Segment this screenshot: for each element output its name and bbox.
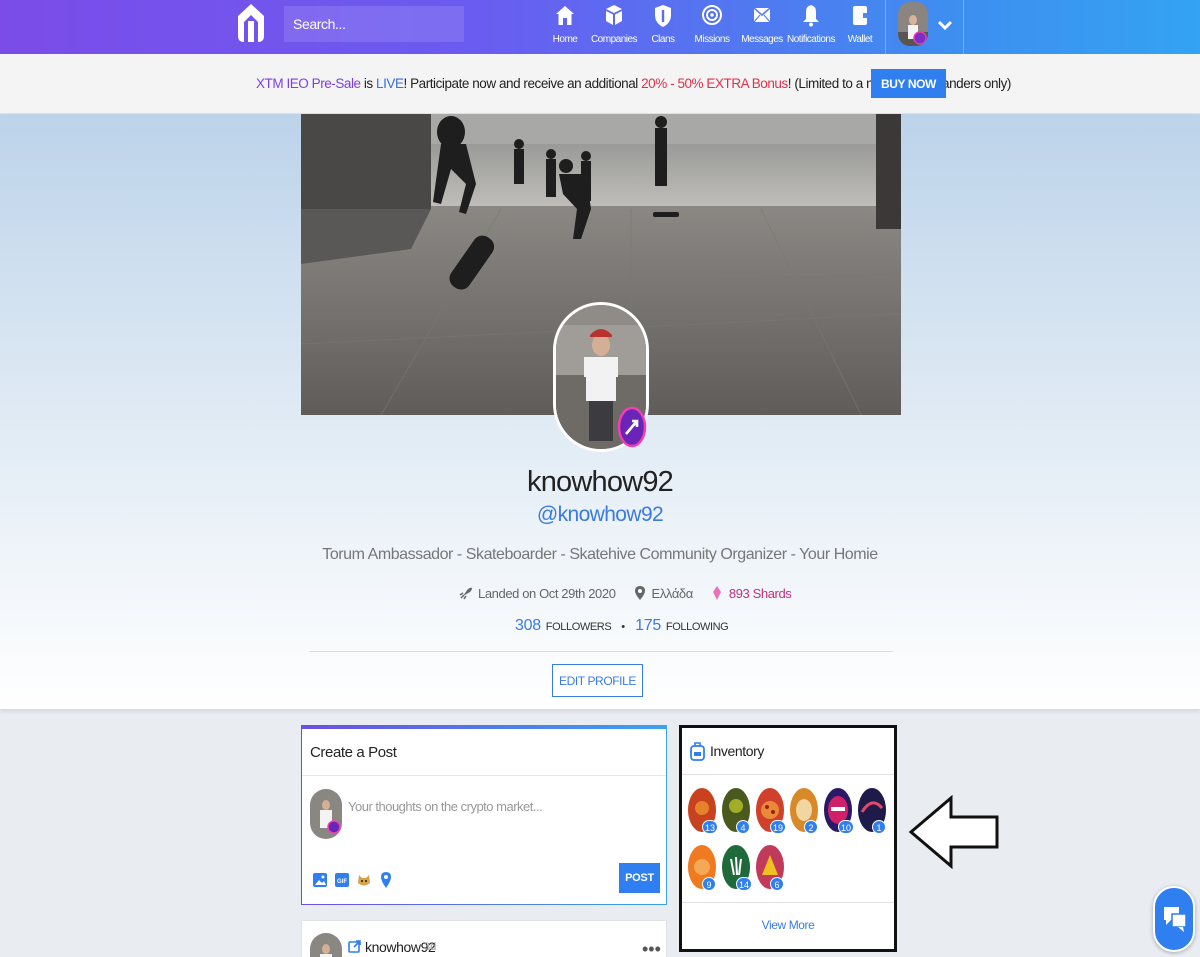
torum-logo[interactable]: [236, 2, 266, 46]
inventory-item-count: 1: [872, 820, 886, 834]
nav-clans-label: Clans: [651, 34, 675, 45]
inventory-item[interactable]: 10: [824, 788, 855, 834]
nav-notifications[interactable]: Notifications: [787, 0, 835, 54]
profile-bio: Torum Ambassador - Skateboarder - Skateh…: [322, 546, 878, 563]
inventory-item-count: 13: [702, 820, 719, 834]
inventory-item[interactable]: 6: [756, 845, 784, 891]
landed-date: Landed on Oct 29th 2020: [478, 585, 616, 601]
inventory-item[interactable]: 2: [790, 788, 818, 834]
profile-handle[interactable]: @knowhow92: [0, 503, 1200, 527]
divider: [682, 774, 894, 775]
nav-missions[interactable]: Missions: [694, 0, 730, 54]
following-count[interactable]: 175: [635, 617, 661, 635]
inventory-item-count: 2: [804, 820, 818, 834]
inventory-item-count: 9: [702, 877, 716, 891]
chat-bubbles-icon: [1164, 907, 1187, 932]
nav-messages[interactable]: Messages: [741, 0, 783, 54]
promo-bonus: 20% - 50% EXTRA Bonus: [641, 76, 788, 91]
promo-text-part: ! Participate now and receive an additio…: [403, 76, 642, 91]
inventory-item[interactable]: 19: [756, 788, 787, 834]
inventory-item[interactable]: 1: [858, 788, 886, 834]
cube-icon: [606, 5, 622, 25]
promo-text-part: is: [360, 76, 377, 91]
nav-clans[interactable]: Clans: [649, 0, 677, 54]
backpack-icon: [690, 742, 705, 761]
inventory-card: Inventory 13 4 19 2 10 1 9 14 6 View Mor…: [679, 725, 897, 952]
promo-banner: XTM IEO Pre-Sale is LIVE! Participate no…: [0, 54, 1200, 114]
svg-text:GIF: GIF: [337, 879, 347, 885]
share-icon: [348, 940, 361, 953]
nav-companies-label: Companies: [590, 34, 638, 45]
buy-now-button[interactable]: BUY NOW: [871, 69, 946, 98]
inventory-item-count: 14: [736, 877, 753, 891]
profile-location: Ελλάδα: [651, 585, 694, 601]
chat-button[interactable]: [1153, 886, 1195, 952]
nav-missions-label: Missions: [694, 34, 730, 45]
inventory-title: Inventory: [710, 743, 764, 759]
shards-count[interactable]: 893 Shards: [729, 586, 792, 601]
nav-companies[interactable]: Companies: [590, 0, 638, 54]
shard-icon: [712, 586, 721, 600]
follow-stats: 308 FOLLOWERS • 175 FOLLOWING: [515, 617, 729, 635]
more-options-icon[interactable]: •••: [642, 939, 661, 957]
post-time: 3d: [424, 941, 437, 953]
separator-dot: •: [621, 621, 626, 633]
doge-icon[interactable]: [356, 871, 372, 889]
chevron-down-icon[interactable]: [934, 14, 956, 36]
create-post-title: Create a Post: [310, 744, 397, 761]
inventory-item-count: 4: [736, 820, 750, 834]
gif-icon[interactable]: GIF: [334, 871, 350, 889]
post-author-avatar[interactable]: [310, 933, 342, 957]
envelope-icon: [753, 7, 771, 23]
create-post-card: Create a Post GIF POST: [301, 725, 667, 905]
profile-meta: Landed on Oct 29th 2020 Ελλάδα 893 Shard…: [458, 583, 792, 603]
location-pin-icon[interactable]: [378, 871, 394, 889]
inventory-item-count: 6: [770, 877, 784, 891]
profile-username: knowhow92: [527, 466, 674, 498]
promo-presale[interactable]: XTM IEO Pre-Sale: [256, 76, 361, 91]
inventory-item-count: 10: [838, 820, 855, 834]
post-button[interactable]: POST: [619, 863, 660, 893]
user-avatar[interactable]: [898, 2, 928, 46]
nav-home[interactable]: Home: [549, 0, 581, 54]
following-label[interactable]: FOLLOWING: [666, 621, 729, 633]
nav-notifications-label: Notifications: [787, 34, 835, 45]
rocket-icon: [459, 587, 472, 600]
nav-divider: [885, 0, 886, 54]
top-nav: Home Companies Clans Missions Messages N…: [0, 0, 1200, 54]
inventory-item[interactable]: 13: [688, 788, 719, 834]
image-icon[interactable]: [312, 871, 328, 889]
promo-live: LIVE: [376, 76, 404, 91]
divider: [302, 775, 666, 776]
create-post-avatar: [310, 789, 342, 839]
bell-icon: [803, 5, 819, 27]
search-input[interactable]: [284, 6, 464, 42]
divider: [309, 651, 893, 652]
inventory-item[interactable]: 9: [688, 845, 716, 891]
nav-wallet[interactable]: Wallet: [846, 0, 874, 54]
view-more-link[interactable]: View More: [682, 918, 894, 932]
post-text-input[interactable]: [348, 795, 648, 817]
nav-home-label: Home: [552, 34, 578, 45]
inventory-item-count: 19: [770, 820, 787, 834]
wallet-icon: [853, 6, 867, 25]
edit-profile-button[interactable]: EDIT PROFILE: [552, 664, 643, 697]
nav-messages-label: Messages: [741, 34, 783, 45]
target-icon: [702, 5, 722, 25]
followers-label[interactable]: FOLLOWERS: [546, 621, 612, 633]
location-pin-icon: [634, 586, 645, 600]
annotation-arrow-left-icon: [908, 795, 999, 869]
home-icon: [556, 6, 574, 25]
profile-header: knowhow92 @knowhow92 Torum Ambassador - …: [0, 114, 1200, 710]
followers-count[interactable]: 308: [515, 617, 541, 635]
nav-wallet-label: Wallet: [847, 34, 873, 45]
ambassador-badge-icon: [617, 406, 647, 448]
divider: [682, 902, 894, 903]
feed-post: knowhow92 3d •••: [301, 920, 667, 957]
nav-divider: [963, 0, 964, 54]
inventory-item[interactable]: 4: [722, 788, 750, 834]
inventory-item[interactable]: 14: [722, 845, 753, 891]
shield-icon: [655, 5, 671, 27]
